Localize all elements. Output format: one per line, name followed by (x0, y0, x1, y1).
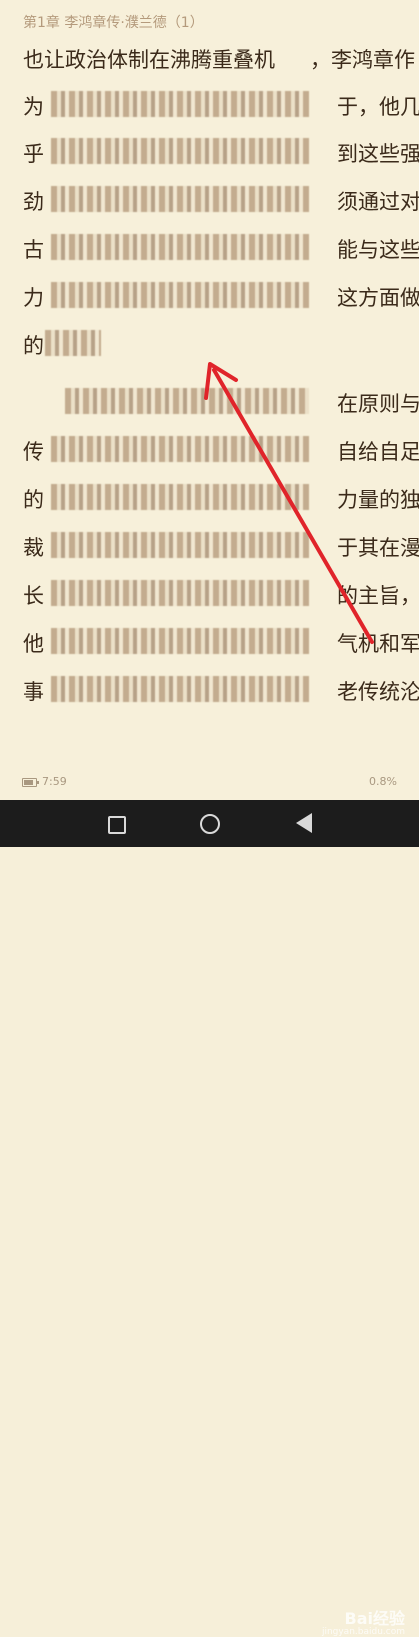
blurred-text (51, 628, 309, 654)
line-end-text: 能与这些 (337, 238, 419, 262)
line-start-text: 长 (23, 584, 44, 608)
line-start-text: 事 (23, 680, 44, 704)
text-line: 也让政治体制在沸腾重叠机 ，李鸿章作 (23, 38, 415, 74)
watermark-logo: Bai经验 (344, 1609, 405, 1628)
text-line: 力 这方面做 (23, 276, 419, 312)
blurred-text (51, 91, 309, 117)
line-end-text: 力量的独 (337, 488, 419, 512)
line-end-text: 在原则与 (337, 392, 419, 416)
blurred-text (65, 388, 309, 414)
line-end-text: ，李鸿章作 (310, 48, 415, 72)
recent-apps-icon[interactable] (108, 816, 126, 834)
blurred-text (51, 234, 309, 260)
line-start-text: 力 (23, 286, 44, 310)
blurred-text (51, 138, 309, 164)
android-navbar: Bai经验 jingyan.baidu.com (0, 800, 419, 1637)
line-start-text: 古 (23, 238, 44, 262)
line-end-text: 到这些强 (337, 142, 419, 166)
text-line: 长 的主旨， (23, 574, 419, 610)
line-end-text: 于，他几 (337, 95, 419, 119)
page-text[interactable]: 也让政治体制在沸腾重叠机 ，李鸿章作为 于，他几乎 到这些强劲 须通过对古 能与这些力 这方… (0, 0, 419, 800)
line-start-text: 传 (23, 440, 44, 464)
blurred-text (51, 484, 309, 510)
reading-progress: 0.8% (369, 775, 397, 788)
back-icon[interactable] (296, 813, 312, 833)
home-icon[interactable] (200, 814, 220, 834)
line-end-text: 的主旨， (337, 584, 419, 608)
text-line: 的 力量的独 (23, 478, 419, 514)
battery-fill (24, 780, 33, 785)
blurred-text (51, 282, 309, 308)
text-line: 裁 于其在漫 (23, 526, 419, 562)
text-line: 传 自给自足 (23, 430, 419, 466)
text-line: 古 能与这些 (23, 228, 419, 264)
line-start-text: 的 (23, 488, 44, 512)
text-line: 在原则与 (23, 382, 419, 418)
text-line: 乎 到这些强 (23, 132, 419, 168)
line-start-text: 为 (23, 95, 44, 119)
text-line: 的 (23, 324, 403, 360)
blurred-text (51, 532, 309, 558)
text-line: 他 气机和军 (23, 622, 419, 658)
text-line: 为 于，他几 (23, 85, 419, 121)
reader-page[interactable]: 第1章 李鸿章传·濮兰德（1） 也让政治体制在沸腾重叠机 ，李鸿章作为于，他几乎到… (0, 0, 419, 800)
line-end-text: 于其在漫 (337, 536, 419, 560)
line-end-text: 这方面做 (337, 286, 419, 310)
blurred-text (51, 676, 309, 702)
battery-icon (22, 778, 39, 787)
status-time: 7:59 (42, 775, 67, 788)
watermark-url: jingyan.baidu.com (321, 1627, 405, 1637)
line-end-text: 须通过对 (337, 190, 419, 214)
line-start-text: 也让政治体制在沸腾重叠机 (23, 48, 275, 72)
line-start-text: 劲 (23, 190, 44, 214)
blurred-text (45, 330, 101, 356)
blurred-text (51, 186, 309, 212)
line-start-text: 裁 (23, 536, 44, 560)
line-start-text: 他 (23, 632, 44, 656)
line-start-text: 的 (23, 334, 44, 358)
line-end-text: 气机和军 (337, 632, 419, 656)
baidu-jingyan-watermark: Bai经验 jingyan.baidu.com (322, 1605, 405, 1637)
blurred-text (51, 436, 309, 462)
text-line: 劲 须通过对 (23, 180, 419, 216)
text-line: 事 老传统沦 (23, 670, 419, 706)
line-end-text: 自给自足 (337, 440, 419, 464)
line-start-text: 乎 (23, 142, 44, 166)
blurred-text (51, 580, 309, 606)
line-end-text: 老传统沦 (337, 680, 419, 704)
